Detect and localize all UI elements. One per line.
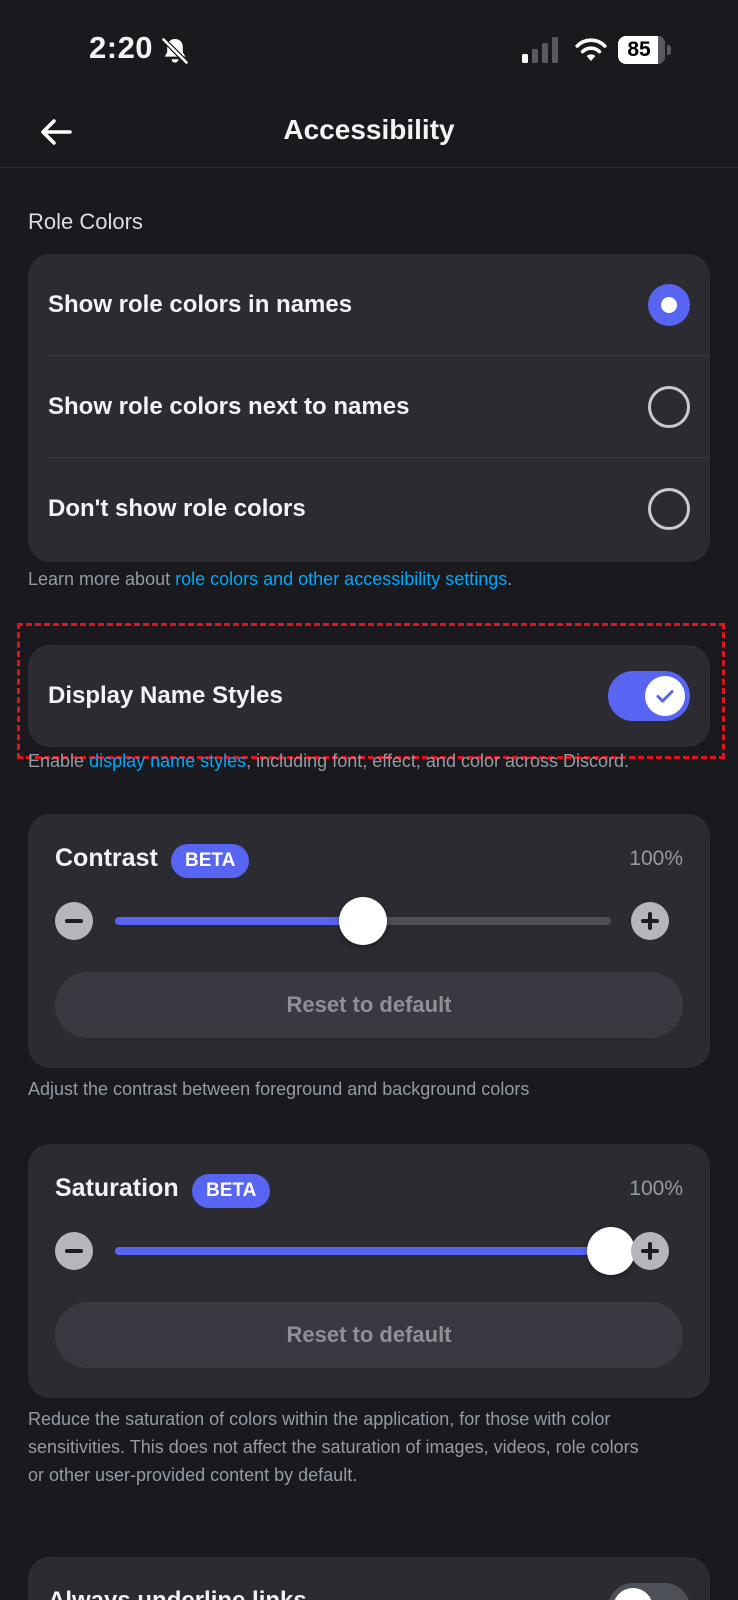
radio-button[interactable] <box>648 488 690 530</box>
saturation-help: Reduce the saturation of colors within t… <box>28 1409 639 1485</box>
radio-option-label: Show role colors next to names <box>48 393 410 420</box>
saturation-value: 100% <box>629 1177 683 1200</box>
underline-links-label: Always underline links <box>48 1587 307 1600</box>
slider-thumb[interactable] <box>587 1227 635 1275</box>
toggle-knob <box>645 676 685 716</box>
cellular-signal-icon <box>522 37 558 63</box>
battery-icon: 85 <box>618 36 671 64</box>
underline-links-toggle[interactable] <box>608 1583 690 1600</box>
status-bar: 2:20 85 <box>0 0 738 100</box>
saturation-slider[interactable] <box>115 1227 635 1275</box>
contrast-value: 100% <box>629 847 683 870</box>
contrast-reset-button[interactable]: Reset to default <box>55 972 683 1038</box>
page-title: Accessibility <box>283 114 455 145</box>
contrast-decrease-button[interactable] <box>55 902 93 940</box>
contrast-help: Adjust the contrast between foreground a… <box>28 1079 530 1099</box>
slider-fill <box>115 1247 611 1255</box>
saturation-increase-button[interactable] <box>631 1232 669 1270</box>
radio-option-show-next-to-names[interactable]: Show role colors next to names <box>28 356 710 458</box>
role-colors-help: Learn more about role colors and other a… <box>28 569 513 589</box>
radio-option-label: Don't show role colors <box>48 495 306 522</box>
saturation-reset-button[interactable]: Reset to default <box>55 1302 683 1368</box>
bell-slash-icon <box>161 37 189 65</box>
beta-badge: BETA <box>171 844 250 878</box>
role-colors-help-link[interactable]: role colors and other accessibility sett… <box>175 569 507 589</box>
display-name-styles-help-link[interactable]: display name styles <box>89 751 246 771</box>
check-icon <box>656 690 674 703</box>
display-name-styles-toggle[interactable] <box>608 671 690 721</box>
contrast-increase-button[interactable] <box>631 902 669 940</box>
radio-option-show-in-names[interactable]: Show role colors in names <box>28 254 710 356</box>
saturation-decrease-button[interactable] <box>55 1232 93 1270</box>
nav-bar: Accessibility <box>0 100 738 168</box>
radio-button-selected[interactable] <box>648 284 690 326</box>
display-name-styles-help: Enable display name styles, including fo… <box>28 751 630 771</box>
display-name-styles-card: Display Name Styles <box>28 645 710 747</box>
toggle-knob <box>613 1588 653 1600</box>
battery-percentage: 85 <box>627 38 651 61</box>
display-name-styles-label: Display Name Styles <box>48 682 283 709</box>
wifi-icon <box>575 38 607 61</box>
beta-badge: BETA <box>192 1174 271 1208</box>
section-label-role-colors: Role Colors <box>28 209 143 234</box>
underline-links-card: Always underline links <box>28 1557 710 1600</box>
slider-thumb[interactable] <box>339 897 387 945</box>
saturation-card: Saturation BETA 100% Reset to default <box>28 1144 710 1398</box>
saturation-title: Saturation <box>55 1174 179 1202</box>
radio-option-label: Show role colors in names <box>48 291 353 318</box>
role-colors-card: Show role colors in names Show role colo… <box>28 254 710 562</box>
slider-fill <box>115 917 363 925</box>
radio-button[interactable] <box>648 386 690 428</box>
contrast-slider[interactable] <box>115 897 611 945</box>
radio-option-dont-show[interactable]: Don't show role colors <box>28 458 710 560</box>
contrast-card: Contrast BETA 100% Reset to default <box>28 814 710 1068</box>
status-time: 2:20 <box>89 30 154 65</box>
contrast-title: Contrast <box>55 844 158 872</box>
